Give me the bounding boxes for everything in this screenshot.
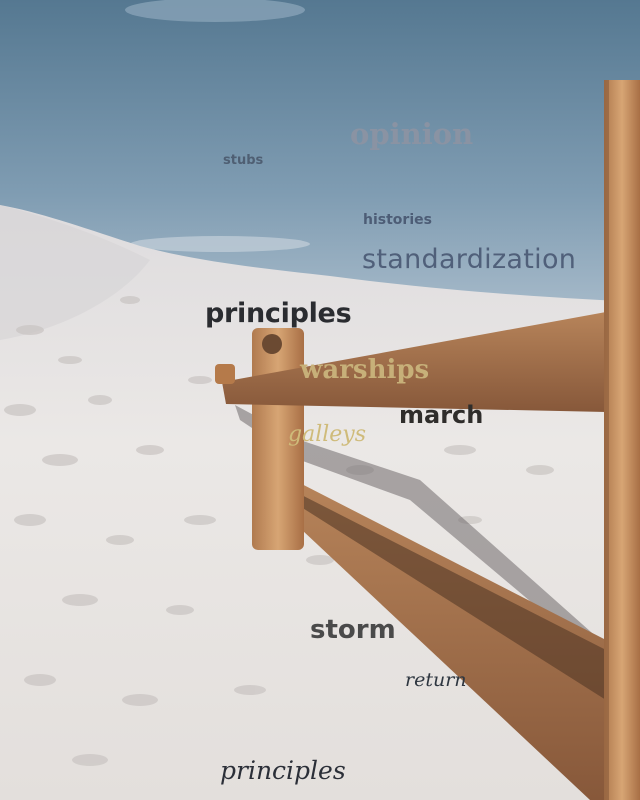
- overlay-word-galleys: galleys: [288, 422, 367, 447]
- overlay-word-warships: warships: [300, 355, 430, 385]
- right-post-edge: [604, 80, 609, 800]
- landscape-illustration: [0, 0, 640, 800]
- overlay-word-opinion: opinion: [350, 117, 474, 151]
- post-knot: [262, 334, 282, 354]
- overlay-word-principles: principles: [205, 298, 352, 329]
- overlay-word-histories: histories: [363, 212, 432, 228]
- overlay-word-storm: storm: [310, 615, 396, 645]
- rail-end: [215, 364, 235, 384]
- overlay-word-march: march: [399, 401, 484, 429]
- overlay-word-standardization: standardization: [362, 244, 577, 275]
- right-post: [604, 80, 640, 800]
- overlay-word-stubs: stubs: [223, 153, 264, 168]
- overlay-word-principles-script: principles: [220, 756, 346, 785]
- overlay-word-return: return: [405, 669, 467, 691]
- cloud: [130, 236, 310, 252]
- photo-scene: opinion stubs histories standardization …: [0, 0, 640, 800]
